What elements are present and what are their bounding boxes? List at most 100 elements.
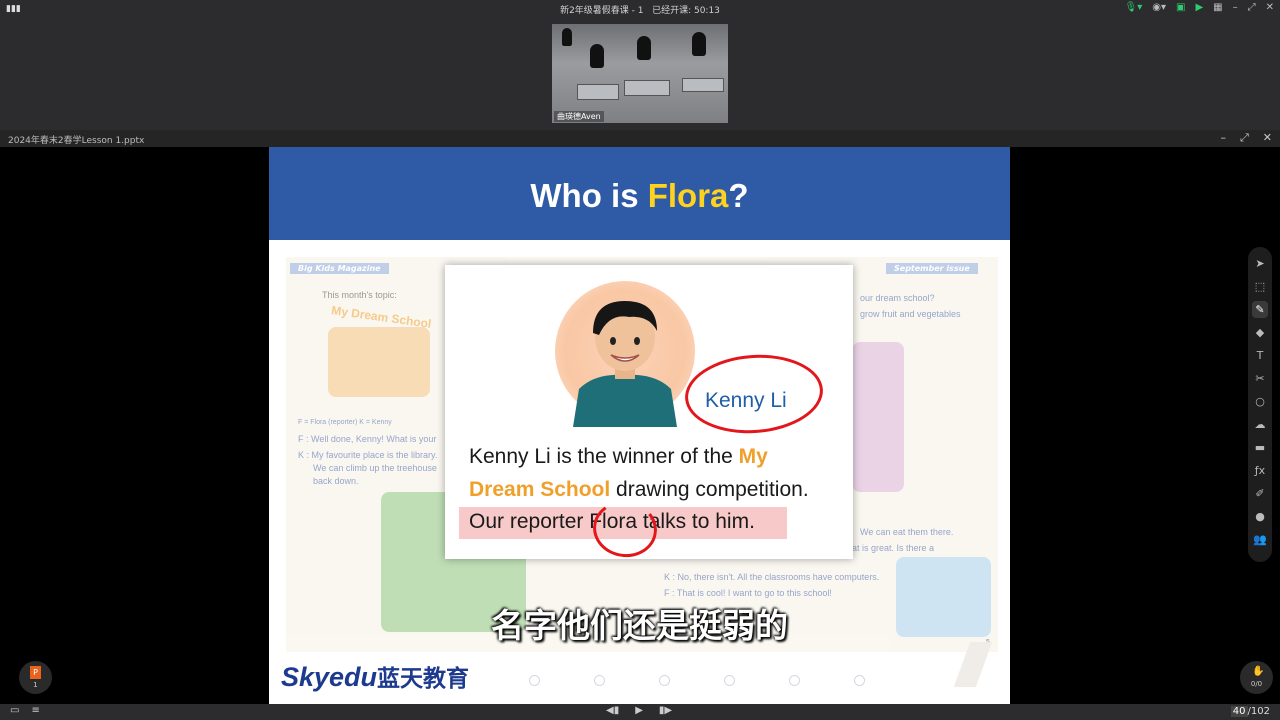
kenny-card: Kenny Li Kenny Li is the winner of the M… (445, 265, 853, 562)
card-line-2-highlight: Dream School (469, 478, 611, 501)
issue-tag: September issue (886, 263, 978, 274)
thumb-count: 1 (33, 681, 38, 689)
title-prefix: Who is (530, 177, 648, 214)
file-name: 2024年春末2春学Lesson 1.pptx (8, 136, 145, 146)
classroom-video[interactable]: 曲瑛德Aven (552, 24, 728, 123)
file-bar: 2024年春末2春学Lesson 1.pptx – ⤢ ✕ (0, 130, 1280, 147)
file-minimize-icon[interactable]: – (1220, 131, 1226, 145)
right-line-5: K : No, there isn't. All the classrooms … (664, 572, 880, 582)
edit-icon[interactable]: ✐ (1252, 485, 1268, 502)
page-counter: 40/102 (1230, 706, 1270, 717)
hand-icon: ✋ (1252, 666, 1265, 677)
file-maximize-icon[interactable]: ⤢ (1240, 131, 1249, 145)
cloud-icon[interactable]: ☁ (1252, 416, 1268, 433)
class-name: 新2年级暑假春课 - 1 (560, 6, 644, 16)
card-line-2: Dream School drawing competition. (469, 478, 809, 502)
student-figure (562, 28, 572, 46)
total-pages: /102 (1247, 706, 1270, 717)
share-icon[interactable]: ▣ (1176, 2, 1185, 13)
annotation-toolbar: ➤ ⬚ ✎ ◆ T ✂ ○ ☁ ▬ ƒx ✐ ● 👥 (1248, 247, 1272, 562)
prev-slide-icon[interactable]: ◀▮ (606, 705, 619, 716)
hand-count: 0/0 (1250, 680, 1263, 688)
video-name-label: 曲瑛德Aven (554, 111, 604, 122)
logo-cn: 蓝天教育 (377, 666, 470, 692)
record-icon[interactable]: ▶ (1195, 2, 1203, 13)
cursor-icon[interactable]: ➤ (1252, 255, 1268, 272)
desk-shape (624, 80, 670, 96)
hand-raise-button[interactable]: ✋ 0/0 (1240, 661, 1273, 694)
left-line-2: K : My favourite place is the library. (298, 450, 438, 460)
restore-icon[interactable]: ⤢ (1248, 2, 1256, 13)
presentation-stage: Who is Flora? Big Kids Magazine Septembe… (0, 147, 1280, 704)
left-line-1: F : Well done, Kenny! What is your (298, 434, 437, 444)
ppt-icon: P (30, 666, 41, 679)
card-line-1-text: Kenny Li is the winner of the (469, 445, 739, 468)
toolbox-icon[interactable]: ▬ (1252, 439, 1268, 456)
student-figure (692, 32, 706, 56)
title-suffix: ? (728, 177, 749, 214)
student-figure (637, 36, 651, 60)
top-tools: 🎙▾ ◉▾ ▣ ▶ ▦ – ⤢ ✕ (1125, 2, 1274, 13)
formula-icon[interactable]: ƒx (1252, 462, 1268, 479)
close-icon[interactable]: ✕ (1266, 2, 1274, 13)
right-line-3: We can eat them there. (860, 527, 954, 537)
select-icon[interactable]: ⬚ (1252, 278, 1268, 295)
scissors-icon[interactable]: ✂ (1252, 370, 1268, 387)
shape-icon[interactable]: ○ (1252, 393, 1268, 410)
text-icon[interactable]: T (1252, 347, 1268, 364)
file-close-icon[interactable]: ✕ (1263, 131, 1272, 145)
class-title: 新2年级暑假春课 - 1 已经开课: 50:13 (0, 3, 1280, 16)
dot (789, 675, 800, 686)
dot (529, 675, 540, 686)
camera-icon[interactable]: ◉▾ (1152, 2, 1166, 13)
current-page[interactable]: 40 (1230, 706, 1248, 717)
slide-title: Who is Flora? (269, 177, 1010, 215)
desk-shape (682, 78, 724, 92)
card-line-1-highlight: My (738, 445, 768, 468)
next-slide-icon[interactable]: ▮▶ (659, 705, 672, 716)
bottom-bar: ▭ ≡ ◀▮ ▶ ▮▶ 40/102 (0, 704, 1280, 720)
desk-shape (577, 84, 619, 100)
chat-icon[interactable]: ● (1252, 508, 1268, 525)
dot (659, 675, 670, 686)
card-line-2-text: drawing competition. (610, 478, 809, 501)
topic-label: This month's topic: (322, 290, 397, 300)
play-icon[interactable]: ▶ (635, 705, 643, 716)
school-drawing (328, 327, 430, 397)
card-line-1: Kenny Li is the winner of the My (469, 445, 768, 469)
boy-photo (573, 301, 677, 427)
red-circle-annotation (682, 350, 826, 438)
garden-drawing (852, 342, 904, 492)
right-line-6: F : That is cool! I want to go to this s… (664, 588, 832, 598)
grid-icon[interactable]: ▦ (1213, 2, 1222, 13)
right-line-2: grow fruit and vegetables (860, 309, 961, 319)
notes-icon[interactable]: ≡ (31, 705, 39, 716)
logo-latin: Skyedu (281, 662, 378, 692)
slide-banner: Who is Flora? (269, 147, 1010, 240)
video-subtitle: 名字他们还是挺弱的 (491, 606, 788, 645)
top-bar: ▮▮▮ 新2年级暑假春课 - 1 已经开课: 50:13 🎙▾ ◉▾ ▣ ▶ ▦… (0, 0, 1280, 18)
left-line-3: We can climb up the treehouse (313, 463, 437, 473)
footer-dots (529, 675, 865, 686)
legend-line: F = Flora (reporter) K = Kenny (298, 419, 392, 426)
skyedu-logo: Skyedu蓝天教育 (281, 659, 469, 693)
title-highlight: Flora (647, 177, 729, 214)
student-figure (590, 44, 604, 68)
right-line-4: at is great. Is there a (852, 543, 935, 553)
video-area: 曲瑛德Aven (0, 18, 1280, 130)
mic-icon[interactable]: 🎙▾ (1125, 2, 1143, 13)
right-line-1: our dream school? (860, 293, 935, 303)
users-icon[interactable]: 👥 (1252, 531, 1268, 548)
slide-thumbnail-button[interactable]: P 1 (19, 661, 52, 694)
eraser-icon[interactable]: ◆ (1252, 324, 1268, 341)
minimize-icon[interactable]: – (1233, 2, 1238, 13)
left-line-4: back down. (313, 476, 359, 486)
slide[interactable]: Who is Flora? Big Kids Magazine Septembe… (269, 147, 1010, 704)
dot (724, 675, 735, 686)
layout-icon[interactable]: ▭ (10, 705, 19, 716)
elapsed-time: 已经开课: 50:13 (652, 6, 720, 16)
dot (854, 675, 865, 686)
dot (594, 675, 605, 686)
pen-icon[interactable]: ✎ (1252, 301, 1268, 318)
magazine-tag: Big Kids Magazine (290, 263, 389, 274)
